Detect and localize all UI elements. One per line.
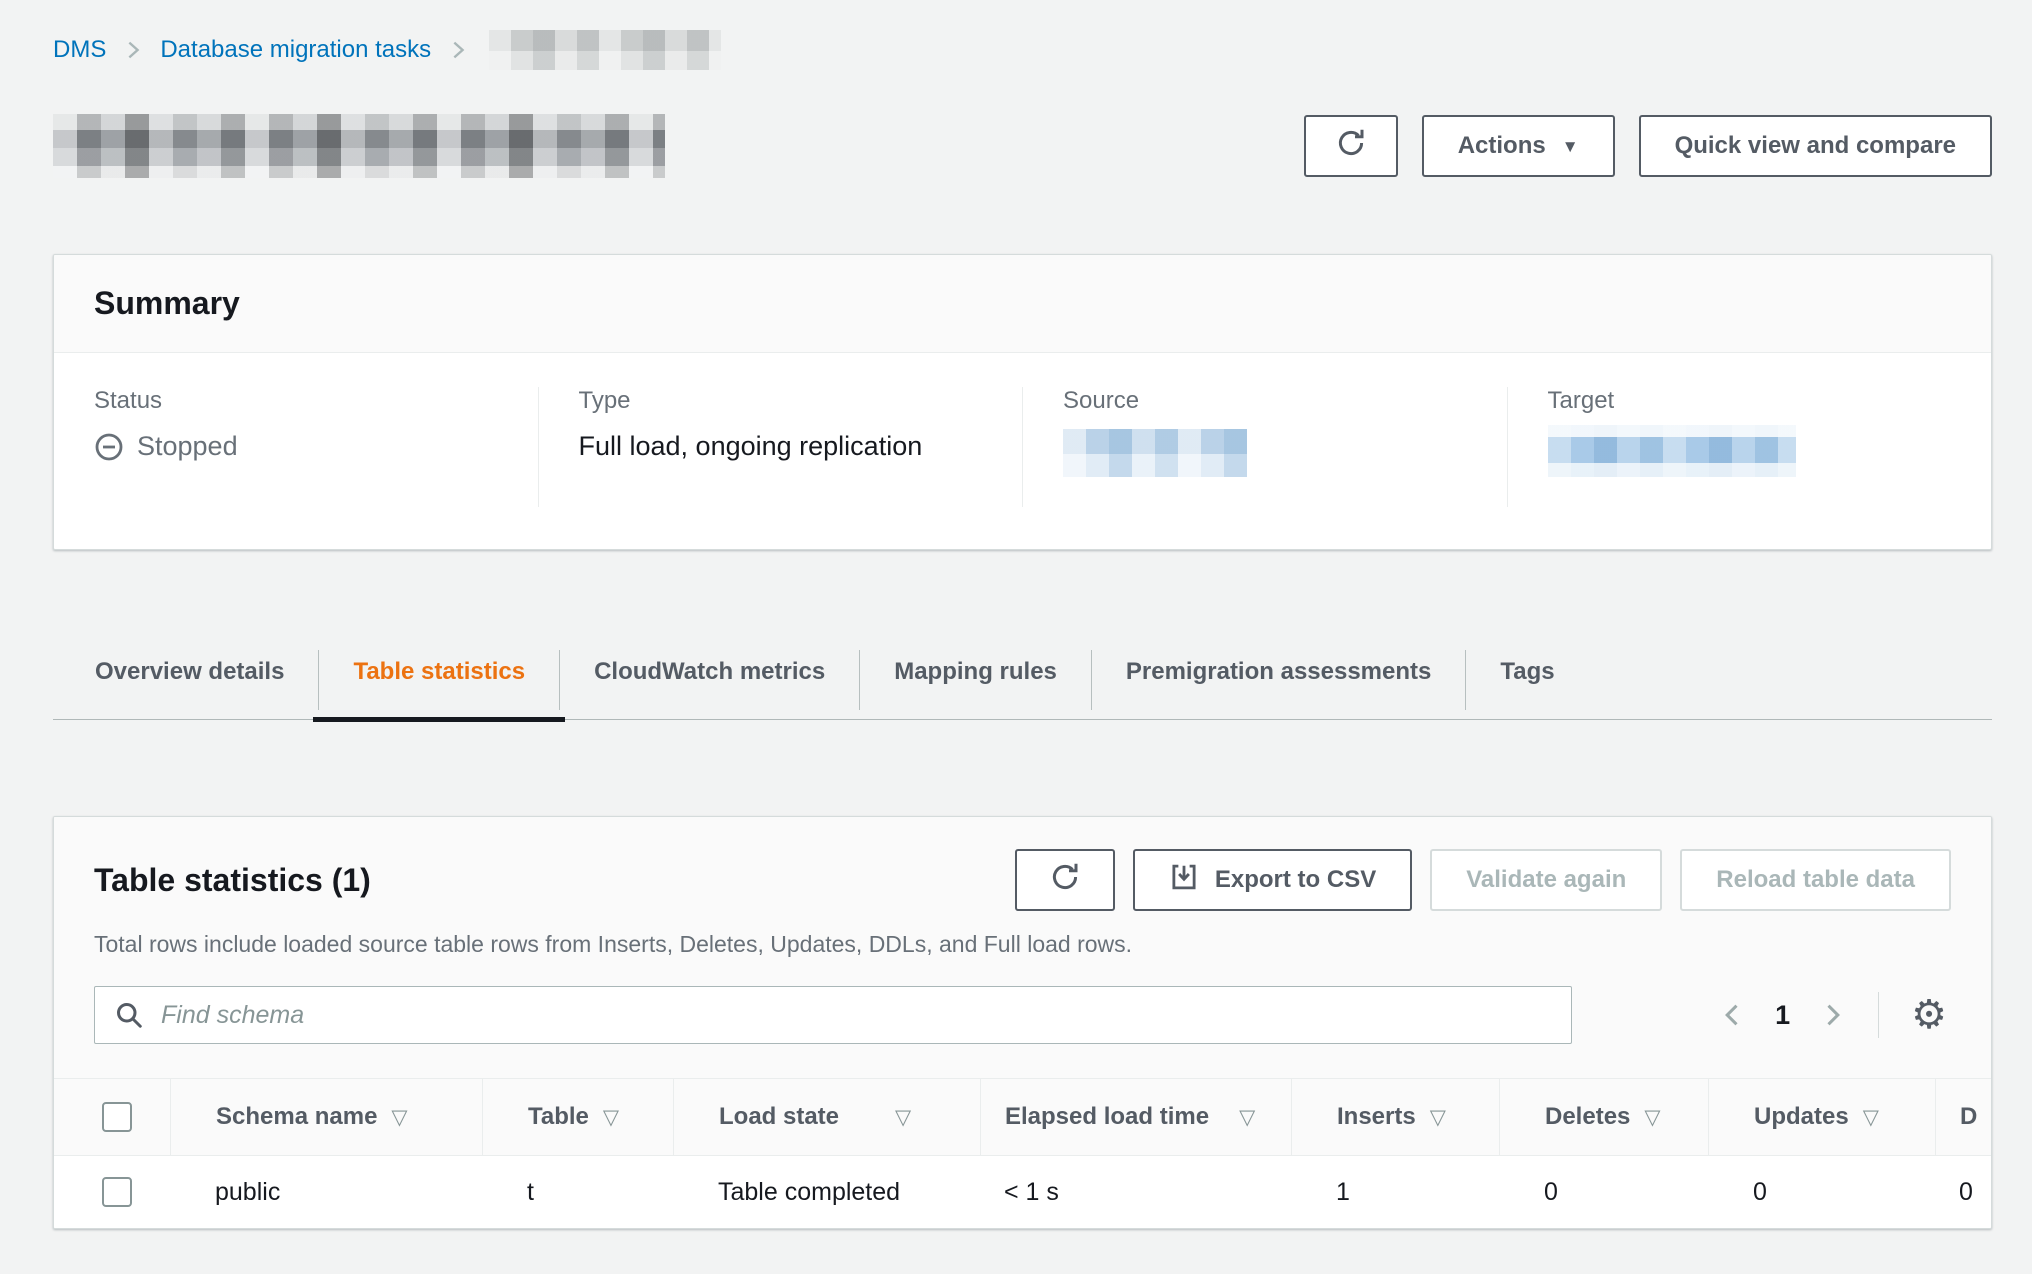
column-header-schema-name[interactable]: Schema name ▽ xyxy=(170,1079,482,1155)
table-refresh-button[interactable] xyxy=(1015,849,1115,911)
status-value: Stopped xyxy=(94,431,498,462)
summary-source: Source xyxy=(1022,387,1507,507)
quick-view-label: Quick view and compare xyxy=(1675,132,1956,160)
tab-overview-details[interactable]: Overview details xyxy=(53,646,318,719)
actions-button-label: Actions xyxy=(1458,132,1546,160)
breadcrumb-current-redacted xyxy=(489,30,721,70)
refresh-button[interactable] xyxy=(1304,115,1398,177)
page-header: Actions ▼ Quick view and compare xyxy=(53,114,1992,178)
column-header-deletes[interactable]: Deletes ▽ xyxy=(1499,1079,1708,1155)
row-checkbox[interactable] xyxy=(102,1177,132,1207)
target-label: Target xyxy=(1548,387,1952,415)
select-all-checkbox[interactable] xyxy=(102,1102,132,1132)
next-page-button[interactable] xyxy=(1818,1001,1846,1029)
tab-mapping-rules[interactable]: Mapping rules xyxy=(860,646,1091,719)
validate-again-button[interactable]: Validate again xyxy=(1430,849,1662,911)
download-icon xyxy=(1169,862,1199,899)
refresh-icon xyxy=(1049,861,1081,900)
table-statistics-description: Total rows include loaded source table r… xyxy=(94,931,1951,958)
column-header-load-state[interactable]: Load state ▽ xyxy=(673,1079,980,1155)
cell-table: t xyxy=(482,1156,673,1228)
sort-icon[interactable]: ▽ xyxy=(1239,1105,1255,1130)
previous-page-button[interactable] xyxy=(1719,1001,1747,1029)
minus-circle-icon xyxy=(94,432,124,462)
sort-icon[interactable]: ▽ xyxy=(1644,1105,1660,1130)
table-statistics-header: Table statistics (1) xyxy=(54,817,1991,958)
status-label: Status xyxy=(94,387,498,415)
export-csv-button[interactable]: Export to CSV xyxy=(1133,849,1412,911)
summary-type: Type Full load, ongoing replication xyxy=(538,387,1023,507)
tab-cloudwatch-metrics[interactable]: CloudWatch metrics xyxy=(560,646,859,719)
summary-target: Target xyxy=(1507,387,1992,507)
page: DMS Database migration tasks Actions xyxy=(0,0,2032,1229)
cell-inserts: 1 xyxy=(1291,1156,1499,1228)
column-header-table[interactable]: Table ▽ xyxy=(482,1079,673,1155)
page-title-redacted xyxy=(53,114,665,178)
actions-button[interactable]: Actions ▼ xyxy=(1422,115,1615,177)
export-csv-label: Export to CSV xyxy=(1215,866,1376,894)
pagination: 1 ⚙ xyxy=(1719,992,1951,1038)
search-icon xyxy=(114,1000,144,1035)
header-actions: Actions ▼ Quick view and compare xyxy=(1304,115,1992,177)
table-header-row: Schema name ▽ Table ▽ Load state ▽ Elaps… xyxy=(54,1078,1992,1156)
tab-table-statistics[interactable]: Table statistics xyxy=(319,646,559,719)
settings-gear-icon[interactable]: ⚙ xyxy=(1911,995,1947,1035)
cell-deletes: 0 xyxy=(1499,1156,1708,1228)
tab-strip: Overview details Table statistics CloudW… xyxy=(53,646,1992,720)
search-box xyxy=(94,986,1572,1044)
find-schema-input[interactable] xyxy=(94,986,1572,1044)
source-value-redacted[interactable] xyxy=(1063,429,1247,477)
summary-panel: Summary Status Stopped Type Full load, o… xyxy=(53,254,1992,550)
cell-load-state: Table completed xyxy=(673,1156,980,1228)
pagination-divider xyxy=(1878,992,1879,1038)
cell-schema-name: public xyxy=(170,1156,482,1228)
table-row: public t Table completed < 1 s 1 0 0 0 xyxy=(54,1156,1992,1228)
column-header-updates[interactable]: Updates ▽ xyxy=(1708,1079,1935,1155)
sort-icon[interactable]: ▽ xyxy=(1430,1105,1446,1130)
status-text: Stopped xyxy=(137,431,238,462)
type-value: Full load, ongoing replication xyxy=(579,431,983,462)
tab-tags[interactable]: Tags xyxy=(1466,646,1588,719)
sort-icon[interactable]: ▽ xyxy=(895,1105,911,1130)
reload-table-data-button[interactable]: Reload table data xyxy=(1680,849,1951,911)
cell-ddls-clipped: 0 xyxy=(1935,1156,1992,1228)
summary-header: Summary xyxy=(54,255,1991,353)
source-label: Source xyxy=(1063,387,1467,415)
table: Schema name ▽ Table ▽ Load state ▽ Elaps… xyxy=(54,1078,1992,1228)
validate-again-label: Validate again xyxy=(1466,866,1626,894)
column-header-inserts[interactable]: Inserts ▽ xyxy=(1291,1079,1499,1155)
table-statistics-title: Table statistics (1) xyxy=(94,862,371,899)
cell-updates: 0 xyxy=(1708,1156,1935,1228)
chevron-right-icon xyxy=(447,39,469,61)
breadcrumb-link-tasks[interactable]: Database migration tasks xyxy=(160,36,431,64)
quick-view-compare-button[interactable]: Quick view and compare xyxy=(1639,115,1992,177)
current-page-number[interactable]: 1 xyxy=(1775,1000,1790,1031)
reload-table-data-label: Reload table data xyxy=(1716,866,1915,894)
sort-icon[interactable]: ▽ xyxy=(1863,1105,1879,1130)
breadcrumb-link-dms[interactable]: DMS xyxy=(53,36,106,64)
table-statistics-controls: Export to CSV Validate again Reload tabl… xyxy=(1015,849,1951,911)
breadcrumb: DMS Database migration tasks xyxy=(53,30,1992,70)
type-label: Type xyxy=(579,387,983,415)
cell-elapsed-load-time: < 1 s xyxy=(980,1156,1291,1228)
column-header-ddls-clipped[interactable]: D xyxy=(1935,1079,1992,1155)
summary-status: Status Stopped xyxy=(54,387,538,507)
column-header-elapsed-load-time[interactable]: Elapsed load time ▽ xyxy=(980,1079,1291,1155)
chevron-right-icon xyxy=(122,39,144,61)
summary-title: Summary xyxy=(94,285,240,321)
sort-icon[interactable]: ▽ xyxy=(603,1105,619,1130)
table-toolbar: 1 ⚙ xyxy=(54,958,1991,1078)
refresh-icon xyxy=(1335,127,1367,166)
tab-premigration-assessments[interactable]: Premigration assessments xyxy=(1092,646,1465,719)
caret-down-icon: ▼ xyxy=(1562,137,1579,157)
target-value-redacted[interactable] xyxy=(1548,425,1796,477)
sort-icon[interactable]: ▽ xyxy=(391,1105,407,1130)
summary-grid: Status Stopped Type Full load, ongoing r… xyxy=(54,353,1991,549)
table-statistics-panel: Table statistics (1) xyxy=(53,816,1992,1229)
